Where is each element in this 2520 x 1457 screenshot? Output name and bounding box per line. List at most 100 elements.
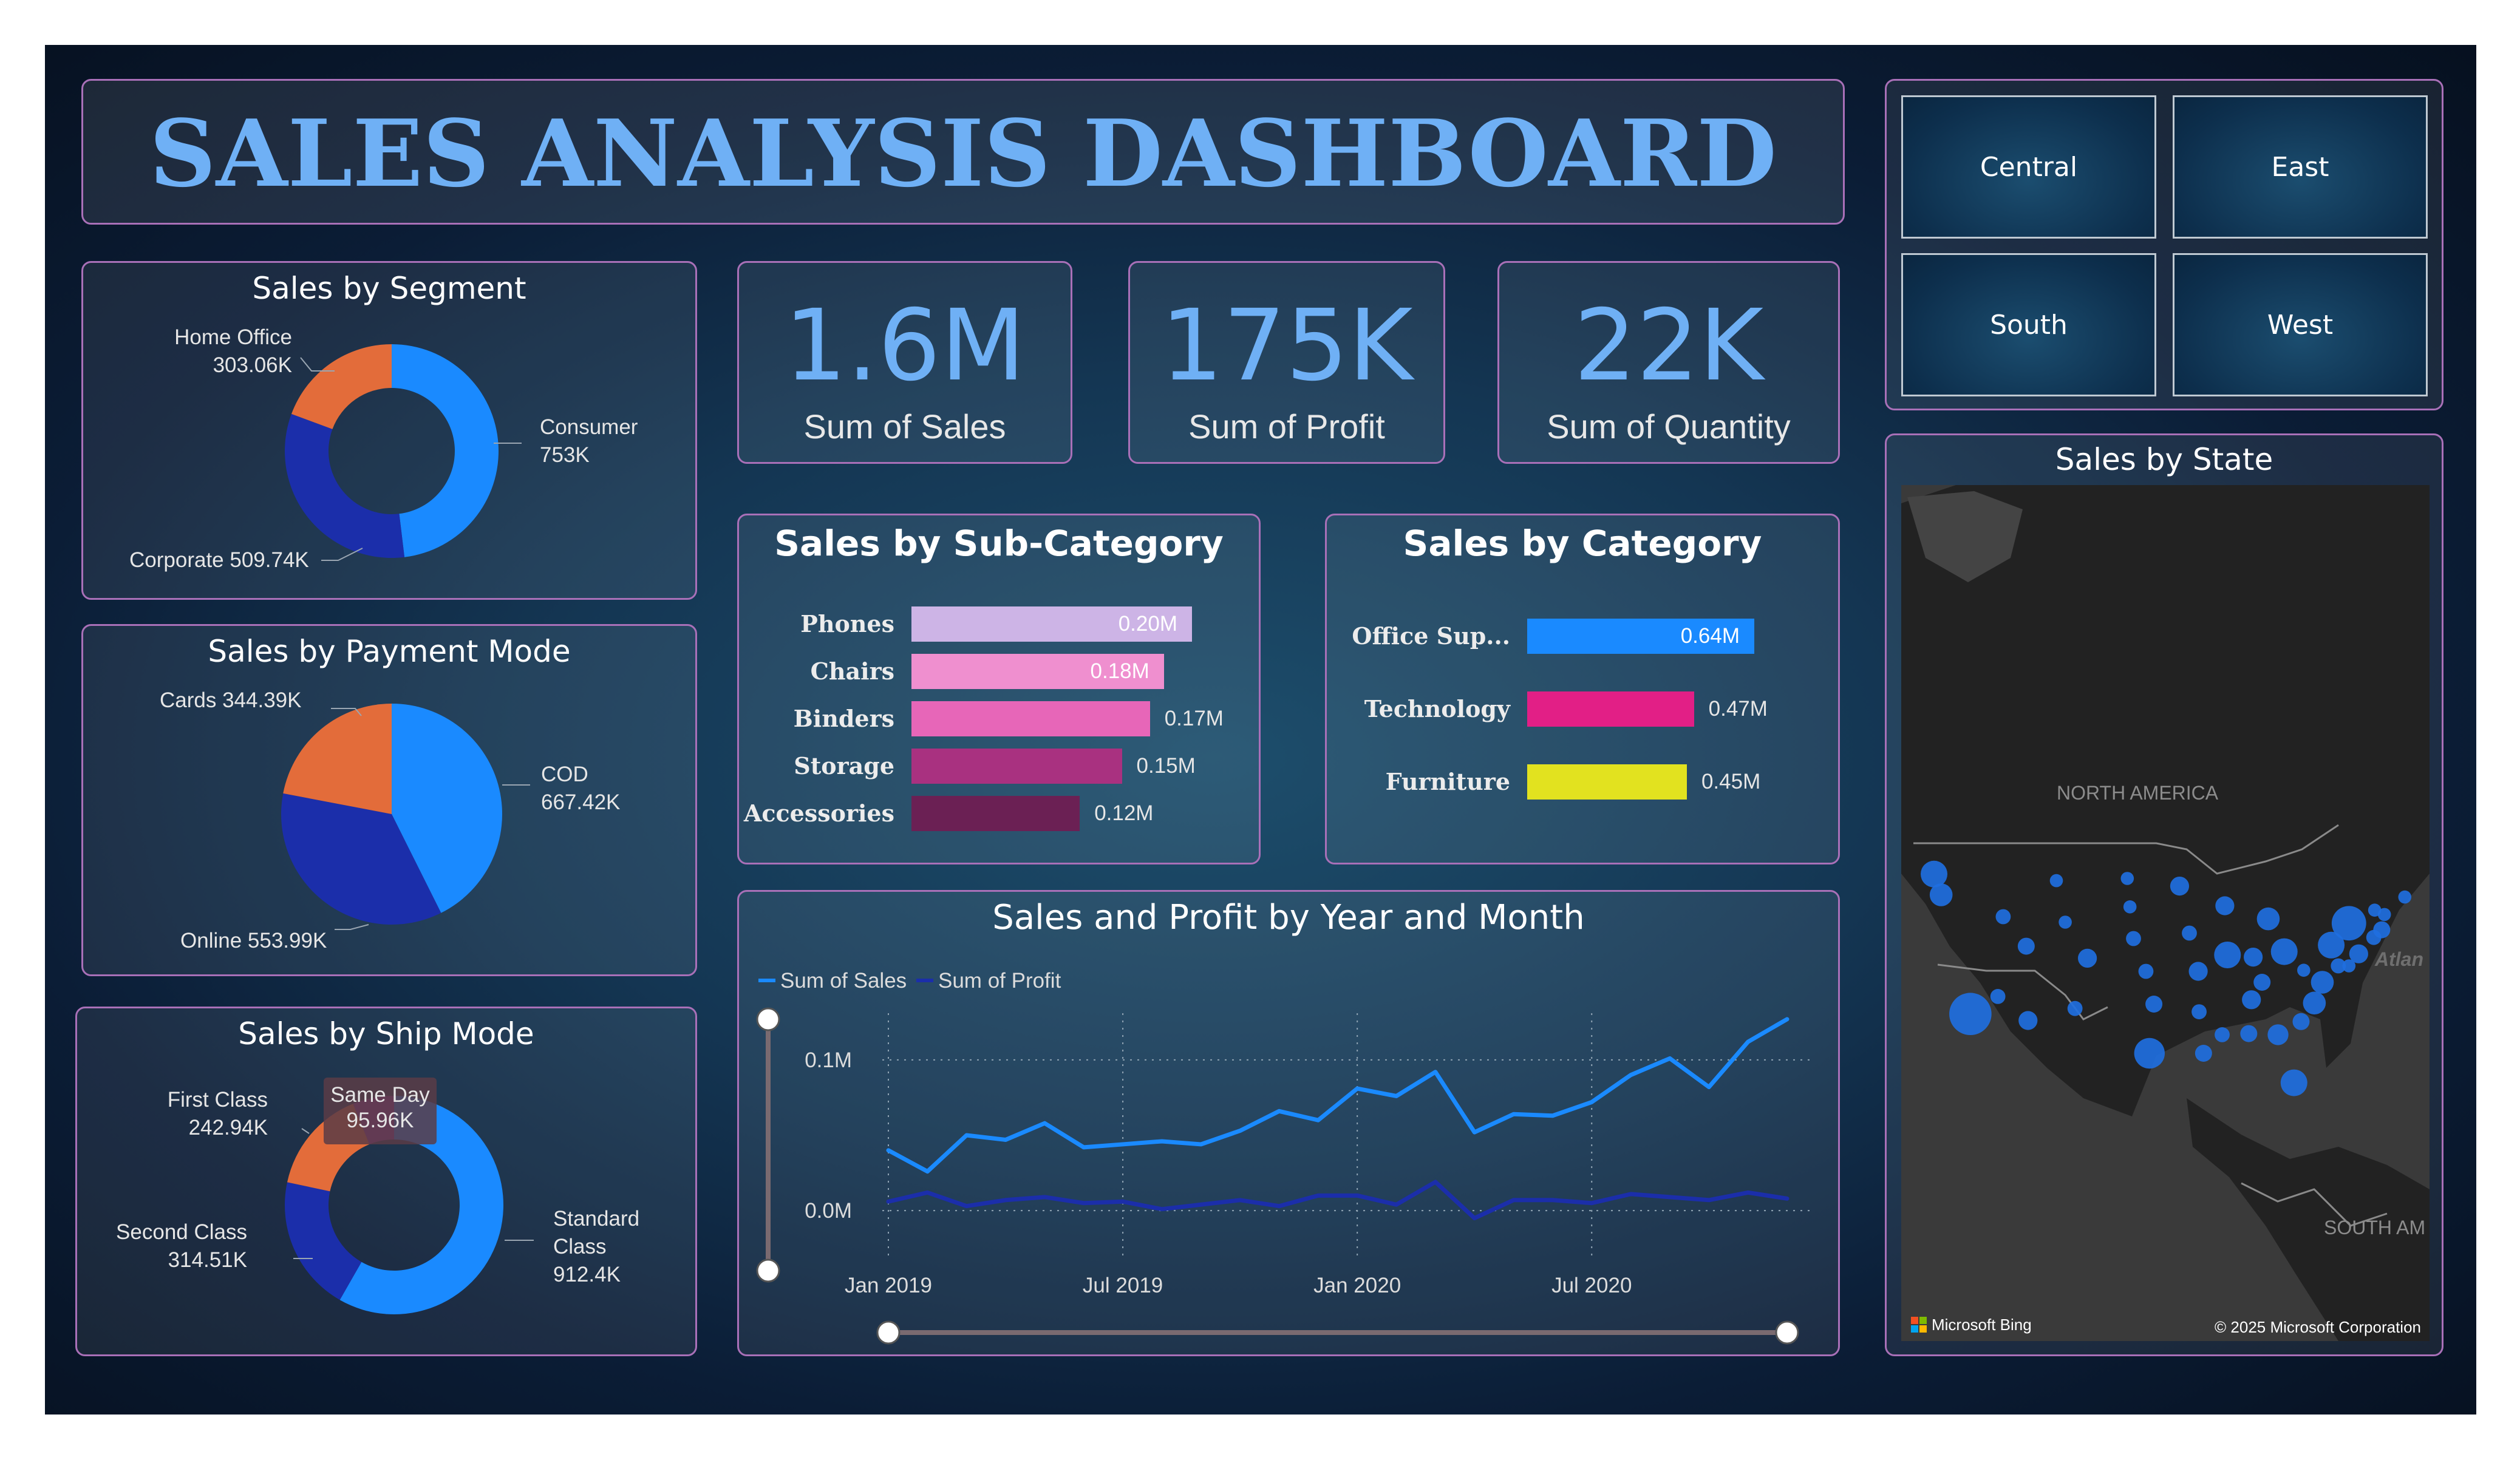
bar[interactable] [1527,764,1687,800]
state-bubble[interactable] [2398,890,2412,904]
bing-logo-icon [1919,1317,1927,1324]
leader-line [301,1128,310,1134]
region-button-west[interactable]: West [2173,253,2428,396]
state-bubble[interactable] [2267,1024,2289,1045]
state-bubble[interactable] [1921,860,1948,888]
bar-row-accessories[interactable]: Accessories 0.12M [744,796,1192,831]
series-line-sum-of-sales[interactable] [886,1017,1790,1174]
state-bubble[interactable] [2018,1011,2038,1030]
bar-category-label: Binders [793,705,894,732]
state-bubble[interactable] [2342,959,2356,973]
y-zoom-handle-top[interactable] [756,1007,780,1031]
payment-label-cod: COD 667.42K [541,762,621,814]
state-bubble[interactable] [1995,909,2011,925]
state-bubble[interactable] [2195,1045,2212,1062]
state-bubble[interactable] [2256,907,2280,931]
kpi-label: Sum of Sales [803,407,1006,446]
state-bubble-map[interactable]: NORTH AMERICA SOUTH AM Atlan Microsoft Bing… [1901,485,2430,1341]
kpi-value: 175K [1160,289,1413,403]
x-tick-label: Jan 2019 [845,1274,932,1297]
category-bar-chart: Office Sup... 0.64M Technology 0.47M Furnitu… [1352,619,1770,849]
state-bubble[interactable] [2126,931,2141,946]
state-bubble[interactable] [2240,1025,2258,1042]
bar-category-label: Office Sup... [1352,622,1510,650]
state-bubble[interactable] [2297,963,2311,977]
bar-category-label: Furniture [1385,768,1510,795]
bar-row-furniture[interactable]: Furniture 0.45M [1386,764,1760,800]
series-line-sum-of-profit[interactable] [886,1180,1790,1221]
bar-row-binders[interactable]: Binders 0.17M [794,701,1224,736]
bing-logo-icon [1919,1325,1927,1333]
state-bubble[interactable] [2215,896,2235,915]
bar-value-label: 0.64M [1680,624,1740,648]
state-bubble[interactable] [2373,921,2391,939]
region-button-south[interactable]: South [1901,253,2156,396]
bar[interactable] [911,749,1122,784]
kpi-card-profit: 175K Sum of Profit [1128,261,1445,464]
state-bubble[interactable] [2078,948,2097,968]
state-bubble[interactable] [2049,874,2063,888]
kpi-label: Sum of Quantity [1547,407,1791,446]
state-bubble[interactable] [2017,937,2035,955]
bar[interactable] [1527,691,1694,727]
state-bubble[interactable] [2214,942,2241,968]
legend-swatch [916,979,933,982]
bar-value-label: 0.20M [1118,612,1177,636]
state-bubble[interactable] [2303,991,2326,1014]
chart-title: Sales by Category [1403,523,1762,564]
state-bubble[interactable] [2059,915,2072,929]
x-tick-label: Jul 2019 [1083,1274,1163,1297]
pie-slice-home-office[interactable] [291,344,392,429]
state-bubble[interactable] [2191,1004,2207,1019]
state-bubble[interactable] [2188,962,2208,981]
state-bubble[interactable] [2331,906,2366,941]
state-bubble[interactable] [2145,996,2163,1013]
kpi-value: 1.6M [784,289,1026,403]
state-bubble[interactable] [2123,900,2137,914]
state-bubble[interactable] [2311,971,2334,994]
state-bubble[interactable] [2120,872,2134,885]
state-bubble[interactable] [2182,925,2197,941]
shipmode-donut-chart [284,1096,534,1314]
state-bubble[interactable] [2170,877,2190,896]
state-bubble[interactable] [2270,938,2298,965]
region-button-central[interactable]: Central [1901,95,2156,239]
category-chart-panel: Sales by Category Office Sup... 0.64M Tech… [1325,514,1840,864]
line-chart-panel: Sales and Profit by Year and Month Sum o… [737,890,1840,1356]
legend-swatch [758,979,775,982]
bar-row-technology[interactable]: Technology 0.47M [1364,691,1768,727]
x-zoom-handle-right[interactable] [1775,1320,1799,1345]
state-bubble[interactable] [2067,1000,2083,1016]
bar-row-chairs[interactable]: Chairs 0.18M [811,654,1192,689]
bar[interactable] [911,796,1080,831]
bing-logo-icon [1911,1325,1918,1333]
shipmode-tooltip-same-day: Same Day 95.96K [324,1078,437,1144]
state-bubble[interactable] [2215,1027,2230,1042]
shipmode-label-second-class: Second Class 314.51K [116,1220,247,1272]
state-bubble[interactable] [2253,974,2271,991]
state-bubble[interactable] [1949,993,1992,1035]
y-zoom-handle-bottom[interactable] [756,1258,780,1283]
bar-category-label: Accessories [743,800,894,827]
region-button-east[interactable]: East [2173,95,2428,239]
state-bubble[interactable] [2134,1038,2165,1069]
state-bubble[interactable] [2242,990,2261,1010]
segment-label-consumer: Consumer 753K [540,415,638,467]
bar-row-storage[interactable]: Storage 0.15M [794,749,1196,784]
state-bubble[interactable] [2138,963,2154,979]
segment-label-home-office: Home Office 303.06K [174,325,292,377]
state-bubble[interactable] [1990,989,2006,1004]
state-bubble[interactable] [2368,903,2382,917]
bar-row-office-sup[interactable]: Office Sup... 0.64M [1352,619,1754,654]
map-label-north-america: NORTH AMERICA [2057,782,2219,804]
pie-slice-corporate[interactable] [284,413,405,558]
state-bubble[interactable] [2292,1013,2310,1030]
y-tick-label: 0.0M [805,1199,852,1223]
bar[interactable] [911,701,1150,736]
pie-slice-consumer[interactable] [392,344,499,557]
bar-row-phones[interactable]: Phones 0.20M [800,606,1192,642]
x-zoom-handle-left[interactable] [876,1320,901,1345]
dashboard-canvas: SALES ANALYSIS DASHBOARD Central East So… [45,45,2476,1415]
state-bubble[interactable] [2244,948,2263,967]
state-bubble[interactable] [2280,1069,2307,1096]
